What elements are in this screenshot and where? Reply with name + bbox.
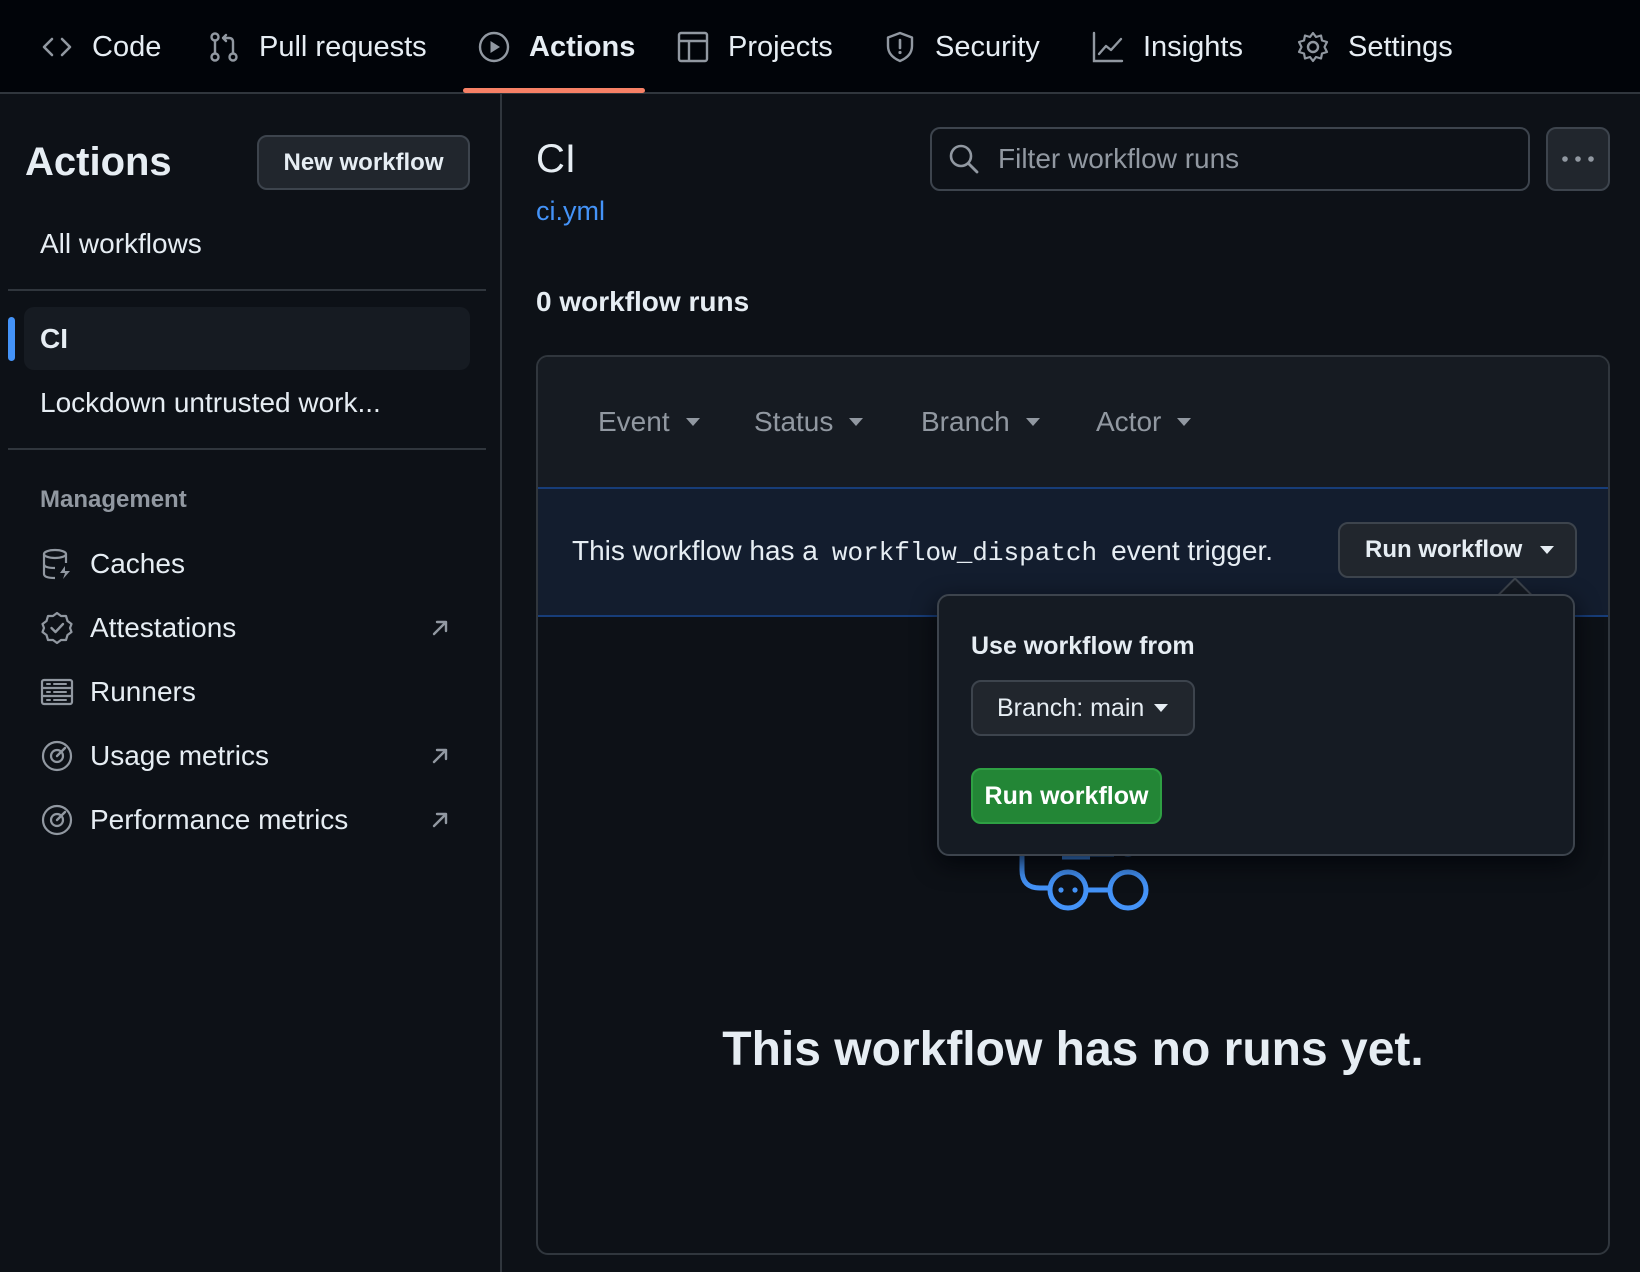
- tab-code[interactable]: Code: [40, 0, 161, 94]
- branch-select-button[interactable]: Branch: main: [971, 680, 1195, 736]
- workflow-file-link[interactable]: ci.yml: [536, 196, 605, 227]
- tab-security-label: Security: [935, 30, 1040, 63]
- shield-icon: [886, 31, 914, 63]
- verified-icon: [41, 611, 73, 645]
- tab-insights[interactable]: Insights: [1091, 0, 1243, 94]
- sidebar-divider: [8, 448, 486, 450]
- meter-icon: [41, 804, 73, 836]
- all-workflows-link[interactable]: All workflows: [40, 228, 202, 260]
- more-options-button[interactable]: [1546, 127, 1610, 191]
- gear-icon: [1297, 31, 1329, 63]
- caret-down-icon: [1154, 704, 1169, 712]
- runs-filter-bar: Event Status Branch Actor: [538, 357, 1608, 487]
- repo-nav: Code Pull requests Actions Projects Secu…: [0, 0, 1640, 94]
- play-icon: [478, 31, 510, 63]
- sidebar-title: Actions: [25, 140, 172, 184]
- caret-down-icon: [1025, 418, 1040, 426]
- sidebar-item-usage-metrics-label: Usage metrics: [90, 740, 269, 771]
- filter-event-label: Event: [598, 406, 670, 437]
- empty-state-title: This workflow has no runs yet.: [722, 1023, 1424, 1076]
- graph-icon: [1092, 31, 1124, 63]
- kebab-horizontal-icon: [1562, 156, 1594, 162]
- database-icon: [42, 548, 70, 580]
- external-link-icon: [432, 748, 448, 764]
- tab-pull-requests-label: Pull requests: [259, 30, 427, 63]
- filter-status-label: Status: [754, 406, 834, 437]
- workflow-illustration-icon: [1019, 840, 1149, 911]
- filter-actor-label: Actor: [1096, 406, 1162, 437]
- use-workflow-from-label: Use workflow from: [971, 632, 1195, 660]
- caret-down-icon: [849, 418, 864, 426]
- sidebar-item-runners-label: Runners: [90, 676, 196, 707]
- meter-icon: [41, 740, 73, 772]
- filter-event[interactable]: Event: [598, 357, 700, 487]
- code-icon: [42, 37, 72, 57]
- run-workflow-popover: Use workflow from Branch: main Run workf…: [937, 594, 1575, 856]
- search-input[interactable]: [998, 143, 1518, 175]
- sidebar-divider: [8, 289, 486, 291]
- sidebar-item-attestations-label: Attestations: [90, 612, 237, 643]
- filter-branch-label: Branch: [921, 406, 1010, 437]
- branch-select-label: Branch: main: [997, 693, 1145, 722]
- filter-actor[interactable]: Actor: [1096, 357, 1192, 487]
- git-pull-request-icon: [210, 32, 238, 62]
- sidebar-item-ci-label[interactable]: CI: [40, 323, 68, 355]
- filter-status[interactable]: Status: [754, 357, 864, 487]
- run-workflow-dropdown-button[interactable]: Run workflow: [1338, 522, 1577, 578]
- tab-pull-requests[interactable]: Pull requests: [207, 0, 427, 94]
- sidebar-item-performance-metrics[interactable]: Performance metrics: [40, 795, 470, 845]
- sidebar-item-caches[interactable]: Caches: [40, 539, 470, 589]
- tab-actions[interactable]: Actions: [477, 0, 635, 94]
- tab-projects[interactable]: Projects: [676, 0, 833, 94]
- management-heading: Management: [40, 486, 187, 513]
- filter-runs-search[interactable]: [930, 127, 1530, 191]
- caret-down-icon: [1177, 418, 1192, 426]
- workflow-runs-count: 0 workflow runs: [536, 286, 750, 317]
- sidebar-item-lockdown[interactable]: Lockdown untrusted work...: [40, 387, 381, 419]
- sidebar-item-performance-metrics-label: Performance metrics: [90, 804, 349, 835]
- tab-actions-label: Actions: [529, 30, 636, 63]
- sidebar-item-caches-label: Caches: [90, 548, 185, 579]
- active-tab-indicator: [463, 88, 645, 93]
- tab-insights-label: Insights: [1143, 30, 1243, 63]
- caret-down-icon: [1540, 546, 1555, 554]
- sidebar-item-ci[interactable]: [24, 307, 470, 370]
- server-icon: [40, 678, 74, 706]
- banner-text-after: event trigger.: [1111, 535, 1273, 566]
- banner-text-before: This workflow has a: [572, 535, 818, 566]
- external-link-icon: [432, 620, 448, 636]
- search-icon: [949, 144, 979, 174]
- sidebar-item-runners[interactable]: Runners: [40, 667, 470, 717]
- sidebar-item-attestations[interactable]: Attestations: [40, 603, 470, 653]
- table-icon: [677, 31, 709, 63]
- new-workflow-button[interactable]: New workflow: [257, 135, 470, 190]
- filter-branch[interactable]: Branch: [921, 357, 1040, 487]
- sidebar-item-usage-metrics[interactable]: Usage metrics: [40, 731, 470, 781]
- tab-security[interactable]: Security: [883, 0, 1040, 94]
- tab-settings-label: Settings: [1348, 30, 1453, 63]
- workflow-title: CI: [536, 137, 576, 181]
- tab-projects-label: Projects: [728, 30, 833, 63]
- selected-indicator: [8, 317, 15, 361]
- actions-sidebar: Actions New workflow All workflows CI Lo…: [0, 94, 502, 1272]
- run-workflow-button[interactable]: Run workflow: [971, 768, 1162, 824]
- caret-down-icon: [685, 418, 700, 426]
- dispatch-banner-text: This workflow has a workflow_dispatch even…: [572, 535, 1273, 568]
- tab-settings[interactable]: Settings: [1296, 0, 1453, 94]
- run-workflow-dropdown-label: Run workflow: [1365, 536, 1523, 563]
- event-name-code: workflow_dispatch: [831, 538, 1098, 568]
- external-link-icon: [432, 812, 448, 828]
- tab-code-label: Code: [92, 30, 162, 63]
